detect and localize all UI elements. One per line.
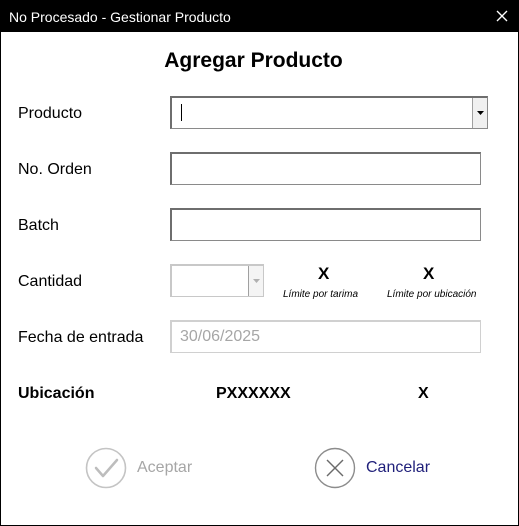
window-title: No Procesado - Gestionar Producto <box>9 9 231 25</box>
limite-tarima-label: Límite por tarima <box>283 289 359 300</box>
fecha-field[interactable] <box>170 320 481 353</box>
ubicacion-label: Ubicación <box>18 385 95 402</box>
orden-field[interactable] <box>170 152 481 185</box>
fecha-input[interactable] <box>172 322 480 352</box>
aceptar-label: Aceptar <box>137 459 193 476</box>
title-bar: No Procesado - Gestionar Producto <box>1 1 518 32</box>
batch-field[interactable] <box>170 208 481 241</box>
producto-combobox[interactable] <box>170 96 488 129</box>
aceptar-button[interactable]: Aceptar <box>85 447 192 489</box>
orden-input[interactable] <box>172 154 480 184</box>
cantidad-combobox[interactable] <box>170 264 264 297</box>
cantidad-label: Cantidad <box>18 273 83 290</box>
cancelar-button[interactable]: Cancelar <box>314 447 430 489</box>
form-heading: Agregar Producto <box>164 49 343 72</box>
producto-label: Producto <box>18 105 83 122</box>
limite-tarima-value: X <box>318 264 330 283</box>
limite-ubicacion-label: Límite por ubicación <box>387 289 477 300</box>
cantidad-dropdown-button[interactable] <box>248 266 263 296</box>
fecha-label: Fecha de entrada <box>18 329 144 346</box>
limite-ubicacion-value: X <box>423 264 435 283</box>
dialog-window: No Procesado - Gestionar Producto Agrega… <box>0 0 519 526</box>
producto-dropdown-button[interactable] <box>472 98 487 128</box>
batch-input[interactable] <box>172 210 480 240</box>
cancel-circle-icon <box>314 447 356 489</box>
cancelar-label: Cancelar <box>366 459 431 476</box>
ubicacion-value: PXXXXXX <box>216 385 291 402</box>
ubicacion-extra: X <box>418 385 429 402</box>
batch-label: Batch <box>18 217 59 234</box>
close-icon[interactable] <box>492 6 512 26</box>
chevron-down-icon <box>252 279 260 283</box>
check-circle-icon <box>85 447 127 489</box>
chevron-down-icon <box>476 111 484 115</box>
orden-label: No. Orden <box>18 161 92 178</box>
producto-input[interactable] <box>172 98 487 128</box>
text-cursor <box>181 104 182 121</box>
